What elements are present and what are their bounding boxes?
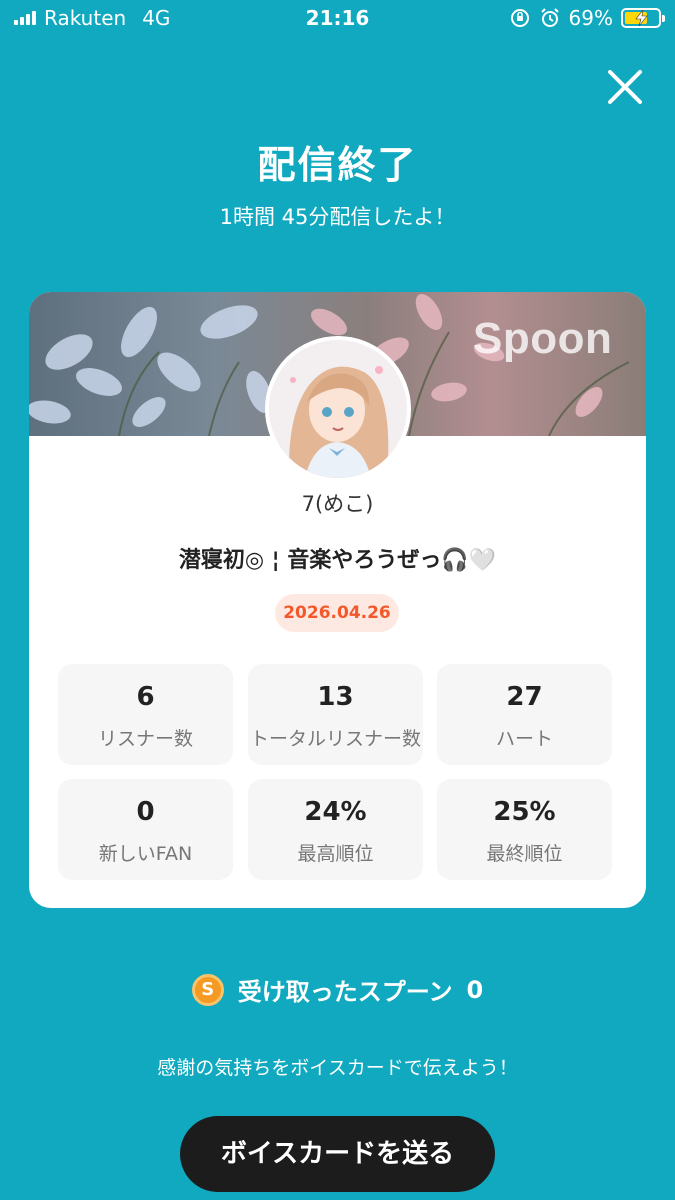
stat-final-rank: 25% 最終順位	[437, 779, 612, 880]
stat-label: 新しいFAN	[98, 843, 193, 865]
stat-value: 0	[136, 797, 155, 827]
bolt-icon	[635, 10, 648, 26]
stat-value: 25%	[493, 797, 556, 827]
broadcast-duration: 1時間 45分配信したよ！	[219, 205, 456, 229]
send-voice-card-button[interactable]: ボイスカードを送る	[180, 1116, 495, 1192]
spoons-received: S 受け取ったスプーン 0	[0, 972, 675, 1007]
stat-new-fans: 0 新しいFAN	[58, 779, 233, 880]
stat-label: ハート	[495, 728, 553, 750]
alarm-icon	[540, 8, 559, 27]
stat-label: リスナー数	[97, 728, 193, 750]
stat-label: トータルリスナー数	[249, 728, 421, 750]
username: 7(めこ)	[301, 492, 374, 516]
spoon-coin-icon: S	[191, 973, 224, 1006]
stat-label: 最高順位	[297, 843, 374, 865]
stat-label: 最終順位	[486, 843, 563, 865]
stat-value: 24%	[304, 797, 367, 827]
avatar-illustration	[269, 340, 407, 478]
summary-card: Spoon 7(めこ) 潜寝初◎ ¦ 音楽やろうぜっ🎧🤍 2026.04.26 …	[29, 292, 646, 908]
thanks-message: 感謝の気持ちをボイスカードで伝えよう！	[157, 1057, 518, 1079]
stat-value: 27	[506, 682, 543, 712]
battery-percent: 69%	[568, 6, 613, 30]
avatar[interactable]	[265, 336, 411, 482]
orientation-lock-icon	[510, 9, 529, 27]
stat-total-listeners: 13 トータルリスナー数	[248, 664, 423, 765]
battery-cap	[662, 15, 665, 22]
live-title: 潜寝初◎ ¦ 音楽やろうぜっ🎧🤍	[178, 548, 497, 573]
stat-hearts: 27 ハート	[437, 664, 612, 765]
stat-best-rank: 24% 最高順位	[248, 779, 423, 880]
page-title: 配信終了	[257, 143, 418, 187]
stat-listeners: 6 リスナー数	[58, 664, 233, 765]
spoons-count: 0	[466, 975, 484, 1004]
battery-charging-icon	[621, 8, 665, 28]
status-right: 69%	[509, 6, 665, 30]
date-badge: 2026.04.26	[275, 594, 399, 632]
status-bar: Rakuten 4G 21:16 69%	[0, 0, 675, 40]
stat-value: 13	[317, 682, 354, 712]
stat-value: 6	[136, 682, 155, 712]
spoon-logo: Spoon	[473, 314, 613, 363]
close-icon[interactable]	[600, 62, 650, 112]
spoons-label: 受け取ったスプーン	[237, 978, 453, 1006]
